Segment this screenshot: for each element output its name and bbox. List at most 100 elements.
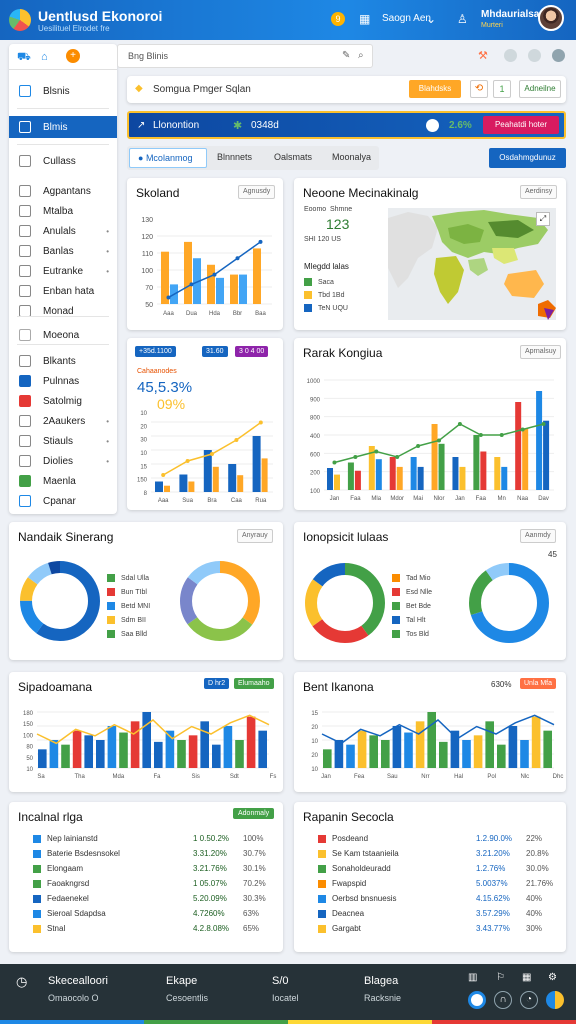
banner-green-button[interactable]: Adneilne [519, 80, 561, 98]
sidebar-item[interactable]: Banlas • [9, 240, 117, 262]
headphones-icon[interactable]: ∩ [494, 991, 512, 1009]
tab-3[interactable]: Oalsmats [274, 152, 312, 162]
tools-icon[interactable]: ⚒ [478, 49, 488, 62]
settings-icon[interactable]: ⚙ [548, 972, 557, 983]
bar [154, 741, 163, 768]
sidebar-item[interactable]: Moeona [9, 324, 117, 346]
sidebar-item[interactable]: Diolies • [9, 450, 117, 472]
sidebar-item[interactable]: Satolmig [9, 390, 117, 412]
user-icon[interactable]: ♙ [457, 12, 468, 26]
clock-icon[interactable]: ◔ [520, 991, 538, 1009]
table-row[interactable]: Gargabt 3.43.77% 30% [294, 922, 566, 937]
avatar[interactable] [538, 5, 564, 31]
sidebar-item[interactable]: Agpantans [9, 180, 117, 202]
table-row[interactable]: Deacnea 3.57.29% 40% [294, 907, 566, 922]
card-button[interactable]: Anyrauy [237, 529, 273, 543]
sidebar-item[interactable]: Blkants [9, 350, 117, 372]
refresh-icon[interactable]: ⟲ [470, 80, 488, 98]
table-row[interactable]: Oerbsd bnsnuesis 4.15.62% 40% [294, 892, 566, 907]
sidebar-item[interactable]: Blmis [9, 116, 117, 138]
sidebar-item[interactable]: Eutranke • [9, 260, 117, 282]
table-row[interactable]: Elongaam 3.21.76% 30.1% [9, 862, 283, 877]
bar [473, 435, 480, 490]
tab-active[interactable]: ● Mcolanmog [129, 148, 207, 168]
search-icon[interactable]: ⌕ [358, 50, 364, 61]
row-name: Elongaam [47, 864, 84, 873]
record-icon[interactable] [468, 991, 486, 1009]
tab-right-button[interactable]: Osdahmgdunuz [489, 148, 566, 168]
table-row[interactable]: Baterie Bsdesnsokel 3.31.20% 30.7% [9, 847, 283, 862]
table-row[interactable]: Nep lainianstd 1 0.50.2% 100% [9, 832, 283, 847]
chrome-icon[interactable] [546, 991, 564, 1009]
bar-chart-icon[interactable]: ▥ [468, 972, 477, 983]
table-row[interactable]: Sonaholdeuradd 1.2.76% 30.0% [294, 862, 566, 877]
tag-3[interactable]: 3 0 4 00 [235, 346, 269, 357]
card-button[interactable]: Aanmdy [520, 529, 556, 543]
sidebar-item[interactable]: Cullass [9, 150, 117, 172]
y-tick-label: 20 [311, 753, 318, 759]
y-tick-label: 20 [311, 725, 318, 731]
card-button[interactable]: Aprnalsuy [520, 345, 562, 359]
calendar-icon[interactable]: ▦ [359, 12, 370, 26]
table-row[interactable]: Fwapspid 5.0037% 21.76% [294, 877, 566, 892]
toggle-icon[interactable] [426, 119, 439, 132]
card-button[interactable]: Adonmaly [233, 808, 275, 819]
bar [200, 721, 209, 768]
sidebar-item[interactable]: Cpanar [9, 490, 117, 512]
sidebar-item[interactable]: Stiauls • [9, 430, 117, 452]
table-row[interactable]: Sieroal Sdapdsa 4.7260% 63% [9, 907, 283, 922]
tab-2[interactable]: Blnnnets [217, 152, 252, 162]
tag-2[interactable]: Elumaaho [234, 678, 274, 689]
settings-icon[interactable] [528, 49, 541, 62]
cart-icon[interactable]: ⛟ [17, 51, 31, 65]
y-tick-label: 110 [142, 251, 153, 258]
grid-icon[interactable]: ▦ [522, 972, 531, 983]
add-icon[interactable]: + [66, 49, 80, 63]
footer-sub-1: Omaocolo O [48, 993, 99, 1003]
table-row[interactable]: Faoakngrsd 1 05.07% 70.2% [9, 877, 283, 892]
sidebar-item[interactable]: Mtalba [9, 200, 117, 222]
y-tick-label: 10 [311, 767, 318, 773]
card-button[interactable]: Agnusdy [238, 185, 276, 199]
sidebar-item[interactable]: Enban hata [9, 280, 117, 302]
trend-point [258, 420, 263, 425]
notification-badge[interactable]: 9 [331, 12, 345, 26]
chevron-down-icon[interactable]: ⌄ [426, 12, 436, 26]
tab-4[interactable]: Moonalya [332, 152, 371, 162]
home-icon[interactable]: ⌂ [41, 51, 48, 63]
help-icon[interactable] [504, 49, 517, 62]
sidebar-item[interactable]: Maenla [9, 470, 117, 492]
bar [84, 735, 93, 768]
x-tick-label: Faa [476, 496, 487, 502]
banner-counter[interactable]: 1 [493, 80, 511, 98]
table-row[interactable]: Se Kam tstaanieila 3.21.20% 20.8% [294, 847, 566, 862]
profile-icon[interactable] [552, 49, 565, 62]
y-tick-label: 8 [144, 491, 148, 497]
workspace-select[interactable]: Saogn Aen [382, 13, 431, 24]
search-bar[interactable]: Bng Blinis ✎ ⌕ [117, 44, 373, 68]
sidebar-item[interactable]: 2Aaukers • [9, 410, 117, 432]
bar [207, 264, 215, 304]
trend-point [374, 449, 379, 454]
expand-icon[interactable]: ⤢ [536, 212, 550, 226]
bar [323, 749, 332, 768]
table-row[interactable]: Stnal 4.2.8.08% 65% [9, 922, 283, 937]
footer: ◷ Skecealloori Omaocolo O Ekape Cesoentl… [0, 964, 576, 1024]
bar [179, 474, 188, 492]
card-button[interactable]: Unla Mfa [520, 678, 557, 689]
edit-icon[interactable]: ✎ [342, 50, 350, 61]
sidebar-item[interactable]: Blsnis [9, 80, 117, 102]
stats-pink-button[interactable]: Peahatdi hoter [483, 116, 559, 134]
search-input[interactable]: Bng Blinis [128, 51, 168, 61]
trend-point [185, 459, 190, 463]
sidebar-item[interactable]: Pulnnas [9, 370, 117, 392]
sidebar-item[interactable]: Monad [9, 300, 117, 322]
ruler-icon[interactable]: ⚐ [496, 972, 505, 983]
banner-button[interactable]: Blahdsks [409, 80, 461, 98]
table-row[interactable]: Posdeand 1.2.90.0% 22% [294, 832, 566, 847]
card-button[interactable]: Aerdinsy [520, 185, 558, 199]
trend-point [478, 433, 483, 437]
tag-1[interactable]: D hr2 [204, 678, 230, 689]
table-row[interactable]: Fedaenekel 5.20.09% 30.3% [9, 892, 283, 907]
sidebar-item[interactable]: Anulals • [9, 220, 117, 242]
